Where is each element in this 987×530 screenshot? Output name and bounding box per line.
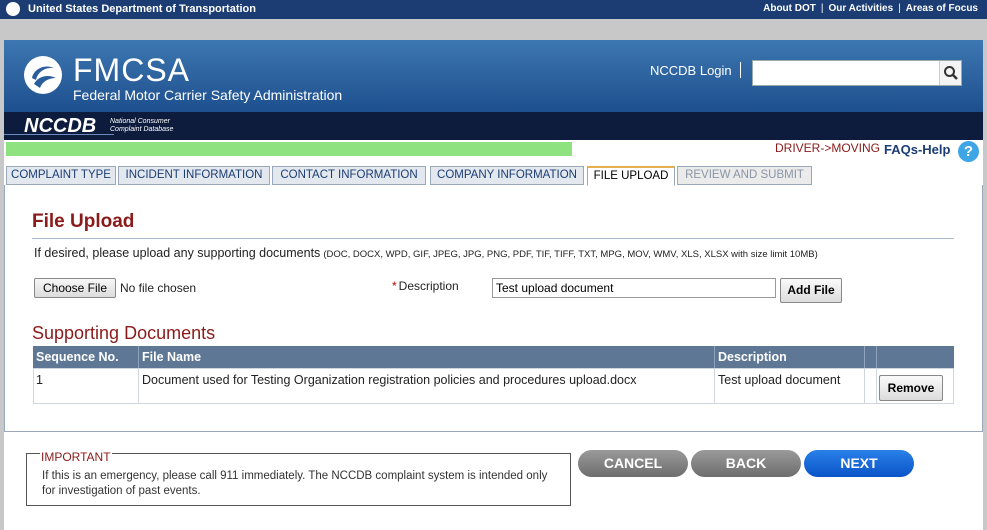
fmcsa-logo-icon[interactable]: [24, 56, 62, 94]
column-header-sequence: Sequence No.: [33, 346, 139, 368]
supporting-documents-heading: Supporting Documents: [32, 323, 216, 343]
separator: |: [820, 3, 824, 14]
file-upload-heading: File Upload: [32, 211, 135, 232]
topbar-links: About DOT | Our Activities | Areas of Focus: [763, 3, 978, 14]
important-title: IMPORTANT: [40, 450, 112, 464]
required-mark: *: [392, 279, 397, 293]
brand-title: FMCSA: [73, 52, 190, 88]
description-label: * Description: [392, 279, 459, 293]
back-button[interactable]: BACK: [691, 450, 801, 477]
column-header-blank: [865, 346, 877, 368]
progress-bar: [6, 142, 572, 156]
divider: [4, 134, 114, 135]
divider: [740, 62, 741, 78]
search-icon: [944, 66, 958, 80]
upload-instructions: If desired, please upload any supporting…: [34, 246, 818, 260]
tab-company-information[interactable]: COMPANY INFORMATION: [430, 166, 584, 185]
tab-incident-information[interactable]: INCIDENT INFORMATION: [118, 166, 270, 185]
dot-logo-icon: [6, 2, 20, 16]
important-text: If this is an emergency, please call 911…: [42, 470, 548, 497]
search-button[interactable]: [939, 61, 961, 85]
our-activities-link[interactable]: Our Activities: [828, 3, 893, 14]
tab-contact-information[interactable]: CONTACT INFORMATION: [272, 166, 426, 185]
step-tabs: COMPLAINT TYPE INCIDENT INFORMATION CONT…: [4, 166, 983, 186]
dot-topbar: United States Department of Transportati…: [0, 0, 987, 19]
upload-instructions-text: If desired, please upload any supporting…: [34, 246, 321, 260]
no-file-status: No file chosen: [120, 281, 197, 295]
driver-moving-link[interactable]: DRIVER->MOVING: [775, 141, 880, 155]
about-dot-link[interactable]: About DOT: [763, 3, 816, 14]
faqs-help-link[interactable]: FAQs-Help: [884, 142, 950, 157]
areas-of-focus-link[interactable]: Areas of Focus: [906, 3, 978, 14]
tab-complaint-type[interactable]: COMPLAINT TYPE: [6, 166, 116, 185]
cell-sequence: 1: [33, 368, 139, 404]
description-input[interactable]: [492, 278, 776, 298]
nccdb-subtitle-line2: Complaint Database: [110, 126, 174, 133]
agency-name: United States Department of Transportati…: [28, 3, 256, 15]
allowed-file-types: (DOC, DOCX, WPD, GIF, JPEG, JPG, PNG, PD…: [323, 249, 818, 260]
add-file-button[interactable]: Add File: [780, 278, 842, 303]
tab-file-upload[interactable]: FILE UPLOAD: [587, 166, 675, 186]
nccdb-subtitle-line1: National Consumer: [110, 118, 170, 125]
cell-description: Test upload document: [715, 368, 865, 404]
separator: |: [898, 3, 901, 14]
nccdb-bar: NCCDB National Consumer Complaint Databa…: [4, 112, 983, 140]
cell-file-name: Document used for Testing Organization r…: [139, 368, 715, 404]
next-button[interactable]: NEXT: [804, 450, 914, 477]
page-frame: FMCSA Federal Motor Carrier Safety Admin…: [4, 40, 983, 530]
cancel-button[interactable]: CANCEL: [578, 450, 688, 477]
search-box: [752, 60, 962, 86]
tab-review-and-submit: REVIEW AND SUBMIT: [677, 166, 812, 185]
description-label-text: Description: [398, 279, 459, 293]
column-header-description: Description: [715, 346, 865, 368]
brand-subtitle: Federal Motor Carrier Safety Administrat…: [73, 87, 343, 103]
divider: [32, 238, 954, 239]
choose-file-button[interactable]: Choose File: [34, 278, 116, 298]
nccdb-login-link[interactable]: NCCDB Login: [650, 63, 732, 78]
column-header-file-name: File Name: [139, 346, 715, 368]
help-icon[interactable]: ?: [958, 141, 979, 162]
search-input[interactable]: [753, 61, 939, 85]
fmcsa-header: FMCSA Federal Motor Carrier Safety Admin…: [4, 40, 983, 112]
nccdb-subtitle: National Consumer Complaint Database: [110, 118, 200, 134]
remove-button[interactable]: Remove: [879, 375, 943, 401]
cell-blank: [865, 368, 877, 404]
